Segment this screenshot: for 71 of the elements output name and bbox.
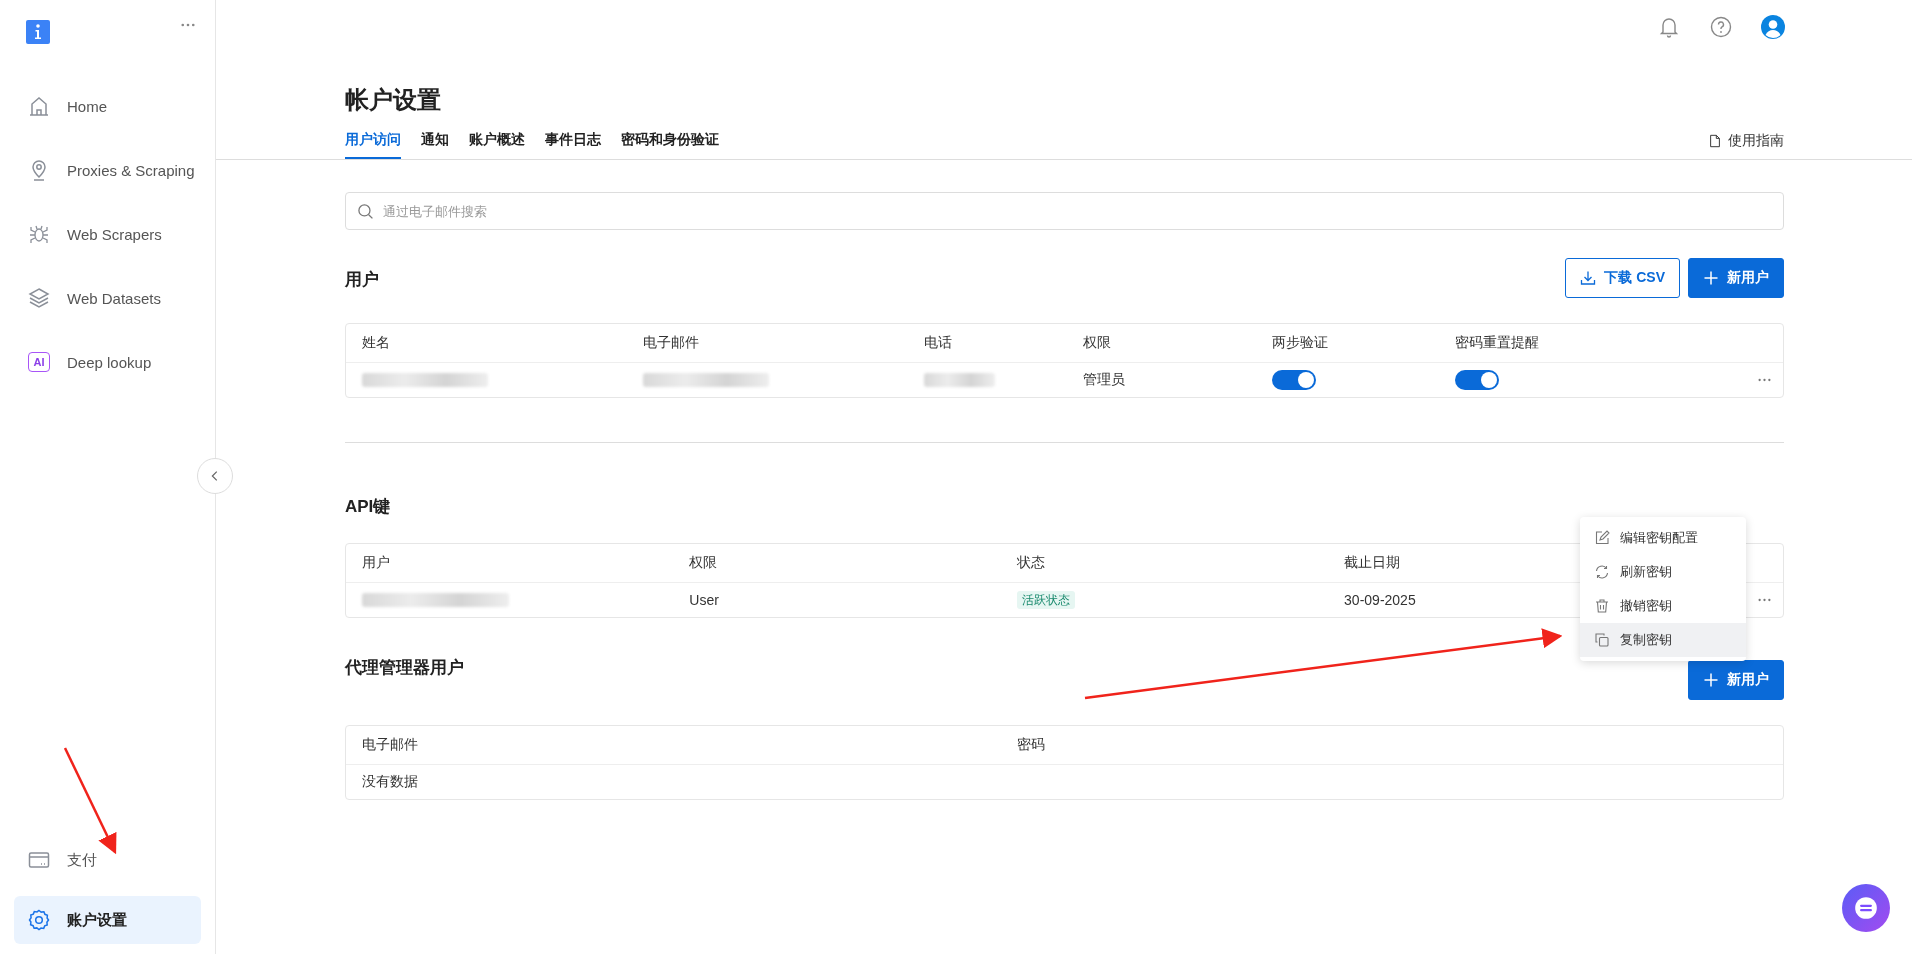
nav-item[interactable]: Proxies & Scraping bbox=[14, 138, 201, 202]
column-header: 截止日期 bbox=[1344, 554, 1401, 570]
menu-item[interactable]: 撤销密钥 bbox=[1580, 589, 1746, 623]
nav-label: Home bbox=[67, 97, 107, 115]
column-header: 权限 bbox=[689, 554, 718, 570]
nav-item[interactable]: 支付 bbox=[14, 828, 201, 892]
nav-item[interactable]: AI Deep lookup bbox=[14, 330, 201, 394]
table-cell: 30-09-2025 bbox=[1344, 592, 1416, 608]
nav-item[interactable]: Web Scrapers bbox=[14, 202, 201, 266]
column-header: 密码重置提醒 bbox=[1455, 334, 1540, 350]
new-user-button[interactable]: 新用户 bbox=[1688, 258, 1784, 298]
plus-icon bbox=[1703, 270, 1719, 286]
trash-icon bbox=[1594, 598, 1610, 614]
toggle-switch[interactable] bbox=[1272, 370, 1317, 390]
column-header: 电话 bbox=[924, 334, 952, 350]
nav-item[interactable]: Web Datasets bbox=[14, 266, 201, 330]
help-icon[interactable] bbox=[1709, 15, 1733, 39]
plus-icon bbox=[1703, 672, 1719, 688]
status-badge: 活跃状态 bbox=[1016, 591, 1075, 609]
toggle-switch[interactable] bbox=[1455, 370, 1500, 390]
section-title: API键 bbox=[345, 496, 391, 518]
column-header: 电子邮件 bbox=[362, 736, 418, 752]
nav-label: Proxies & Scraping bbox=[67, 161, 195, 179]
table-cell: 管理员 bbox=[1082, 371, 1125, 387]
home-icon bbox=[27, 94, 51, 118]
menu-item[interactable]: 刷新密钥 bbox=[1580, 555, 1746, 589]
download-button[interactable]: 下载 CSV bbox=[1565, 258, 1680, 298]
tab[interactable]: 密码和身份验证 bbox=[621, 131, 719, 159]
nav-label: Deep lookup bbox=[67, 353, 152, 371]
redacted-text bbox=[924, 373, 996, 387]
tab[interactable]: 账户概述 bbox=[469, 131, 525, 159]
nav-label: 支付 bbox=[67, 850, 97, 870]
more-icon[interactable] bbox=[181, 23, 195, 27]
chat-button[interactable] bbox=[1842, 884, 1890, 932]
chat-icon bbox=[1853, 895, 1879, 921]
nav-item[interactable]: 账户设置 bbox=[14, 896, 201, 944]
tab[interactable]: 事件日志 bbox=[545, 131, 601, 159]
column-header: 状态 bbox=[1016, 554, 1045, 570]
ai-badge: AI bbox=[28, 352, 50, 372]
menu-item[interactable]: 编辑密钥配置 bbox=[1580, 521, 1746, 555]
column-header: 两步验证 bbox=[1272, 334, 1329, 350]
copy-icon bbox=[1594, 632, 1610, 648]
new-user-button[interactable]: 新用户 bbox=[1688, 660, 1784, 700]
refresh-icon bbox=[1594, 564, 1610, 580]
layers-icon bbox=[27, 286, 51, 310]
menu-item[interactable]: 复制密钥 bbox=[1580, 623, 1746, 657]
document-icon bbox=[1708, 134, 1722, 148]
download-icon bbox=[1580, 270, 1597, 286]
nav-label: 账户设置 bbox=[67, 910, 127, 930]
table-cell: User bbox=[689, 592, 719, 608]
settings-icon bbox=[27, 908, 51, 932]
nav-label: Web Scrapers bbox=[67, 225, 162, 243]
avatar-icon[interactable] bbox=[1761, 15, 1785, 39]
column-header: 用户 bbox=[362, 554, 390, 570]
tab[interactable]: 用户访问 bbox=[345, 131, 401, 159]
edit-icon bbox=[1594, 530, 1610, 546]
section-title: 代理管理器用户 bbox=[345, 657, 464, 679]
column-header: 电子邮件 bbox=[643, 334, 699, 350]
nav-label: Web Datasets bbox=[67, 289, 161, 307]
tab[interactable]: 通知 bbox=[421, 131, 449, 159]
guide-link[interactable]: 使用指南 bbox=[1708, 132, 1784, 159]
more-icon[interactable] bbox=[1758, 378, 1771, 382]
empty-message: 没有数据 bbox=[362, 773, 418, 789]
column-header: 姓名 bbox=[362, 334, 390, 350]
nav-item[interactable]: Home bbox=[14, 74, 201, 138]
search-field[interactable]: 通过电子邮件搜索 bbox=[345, 192, 1784, 230]
section-title: 用户 bbox=[345, 269, 379, 291]
more-icon[interactable] bbox=[1758, 598, 1771, 602]
column-header: 权限 bbox=[1082, 334, 1111, 350]
page-title: 帐户设置 bbox=[345, 85, 442, 115]
column-header: 密码 bbox=[1016, 736, 1045, 752]
